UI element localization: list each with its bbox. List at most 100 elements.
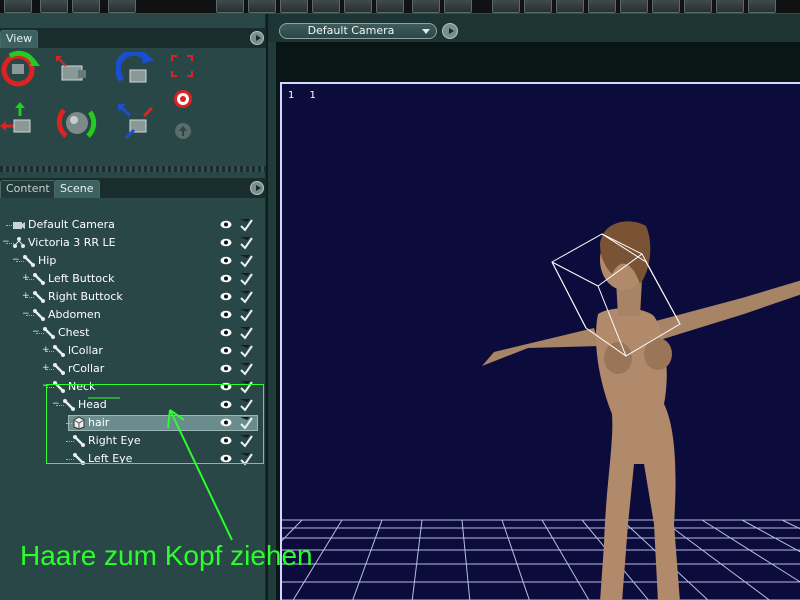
tree-expander[interactable]: − (2, 238, 10, 247)
tree-expander[interactable]: + (22, 292, 30, 301)
trackball-icon[interactable] (56, 102, 98, 144)
toolbar-grouping-button[interactable] (444, 0, 472, 13)
scene-tree-label: Victoria 3 RR LE (28, 236, 116, 249)
visibility-eye-icon[interactable] (220, 274, 232, 283)
scene-tree-label: Abdomen (48, 308, 101, 321)
figure-icon (13, 237, 25, 248)
frame-selection-icon[interactable] (170, 54, 194, 78)
toolbar-translate-button[interactable] (280, 0, 308, 13)
tab-scene[interactable]: Scene (54, 180, 100, 198)
tab-content[interactable]: Content (0, 180, 56, 198)
camera-info-icon[interactable] (174, 122, 192, 140)
scene-tree-row[interactable]: + Left Buttock (0, 270, 262, 288)
library-tabbar: Content Scene (0, 178, 266, 198)
scene-tree-row[interactable]: − Abdomen (0, 306, 262, 324)
target-icon[interactable] (172, 88, 194, 110)
visibility-eye-icon[interactable] (220, 292, 232, 301)
scene-tree-row[interactable]: + Right Buttock (0, 288, 262, 306)
selectable-check-icon[interactable] (238, 271, 254, 287)
tree-expander[interactable]: + (22, 274, 30, 283)
visibility-eye-icon[interactable] (220, 310, 232, 319)
viewport-panel: Default Camera 1 1 (268, 14, 800, 600)
selectable-check-icon[interactable] (238, 289, 254, 305)
toolbar-chain-button[interactable] (376, 0, 404, 13)
visibility-eye-icon[interactable] (220, 364, 232, 373)
toolbar-scale-button[interactable] (312, 0, 340, 13)
selectable-check-icon[interactable] (238, 343, 254, 359)
visibility-eye-icon[interactable] (220, 328, 232, 337)
figure-model (482, 221, 800, 600)
visibility-eye-icon[interactable] (220, 256, 232, 265)
toolbar-taper-button[interactable] (344, 0, 372, 13)
viewport-menu-button[interactable] (442, 23, 458, 39)
document-viewport[interactable]: 1 1 (280, 82, 800, 600)
selectable-check-icon[interactable] (238, 217, 254, 233)
scene-tree-row[interactable]: − Chest (0, 324, 262, 342)
toolbar-save-button[interactable] (72, 0, 100, 13)
camera-move-xy-icon[interactable] (52, 52, 94, 94)
camera-move-xz-icon[interactable] (0, 102, 42, 144)
tree-expander[interactable]: + (42, 346, 50, 355)
toolbar-tool-2-button[interactable] (684, 0, 712, 13)
visibility-eye-icon[interactable] (220, 220, 232, 229)
toolbar-open-button[interactable] (40, 0, 68, 13)
view-panel-menu-button[interactable] (250, 31, 264, 45)
toolbar-rotate-button[interactable] (216, 0, 244, 13)
scene-tree-row[interactable]: − Victoria 3 RR LE (0, 234, 262, 252)
selectable-check-icon[interactable] (238, 253, 254, 269)
toolbar-twist-button[interactable] (248, 0, 276, 13)
tree-expander[interactable]: − (22, 310, 30, 319)
scene-tree-row[interactable]: + rCollar (0, 360, 262, 378)
scene-tree-label: Left Buttock (48, 272, 115, 285)
scene-tree-row[interactable]: − Hip (0, 252, 262, 270)
scene-tree-label: Default Camera (28, 218, 115, 231)
tree-expander[interactable]: + (42, 364, 50, 373)
toolbar-color-button[interactable] (412, 0, 440, 13)
toolbar-tool-1-button[interactable] (652, 0, 680, 13)
toolbar-cloth-button[interactable] (620, 0, 648, 13)
toolbar-morph-button[interactable] (524, 0, 552, 13)
selectable-check-icon[interactable] (238, 307, 254, 323)
annotation-caption: Haare zum Kopf ziehen (20, 540, 313, 571)
camera-select[interactable]: Default Camera (279, 23, 437, 39)
camera-controls (0, 48, 266, 170)
main-toolbar (0, 0, 800, 154)
scene-panel-menu-button[interactable] (250, 181, 264, 195)
tree-expander[interactable]: − (32, 328, 40, 337)
tree-expander[interactable] (2, 221, 9, 228)
visibility-eye-icon[interactable] (220, 238, 232, 247)
ground-grid (282, 519, 800, 600)
selectable-check-icon[interactable] (238, 325, 254, 341)
camera-icon (13, 222, 25, 229)
scene-tree-row[interactable]: Default Camera (0, 216, 262, 234)
bone-icon (33, 291, 45, 303)
scene-tree-label: Hip (38, 254, 57, 267)
toolbar-direct-manipulation-button[interactable] (556, 0, 584, 13)
toolbar-hair-brush-button[interactable] (588, 0, 616, 13)
tab-view[interactable]: View (0, 30, 39, 48)
bone-icon (23, 255, 35, 267)
bone-icon (53, 345, 65, 357)
bone-icon (53, 363, 65, 375)
camera-move-yz-icon[interactable] (116, 102, 158, 144)
bone-icon (33, 273, 45, 285)
scene-tree-row[interactable]: + lCollar (0, 342, 262, 360)
toolbar-tool-4-button[interactable] (748, 0, 776, 13)
chevron-down-icon (422, 29, 430, 34)
trackball-rotate-icon[interactable] (0, 48, 42, 90)
scene-render (282, 221, 800, 600)
panel-splitter[interactable] (0, 166, 266, 172)
camera-bar: Default Camera (268, 14, 800, 42)
app-window: View Content Scene Default Camera − Vict… (0, 0, 800, 600)
selectable-check-icon[interactable] (238, 361, 254, 377)
camera-rotate-icon[interactable] (116, 52, 158, 94)
toolbar-new-button[interactable] (4, 0, 32, 13)
viewport-frame: 1 1 (276, 42, 800, 600)
selectable-check-icon[interactable] (238, 235, 254, 251)
visibility-eye-icon[interactable] (220, 346, 232, 355)
toolbar-tool-3-button[interactable] (716, 0, 744, 13)
toolbar-view-magnifier-button[interactable] (492, 0, 520, 13)
scene-tree-label: Chest (58, 326, 90, 339)
toolbar-render-button[interactable] (108, 0, 136, 13)
tree-expander[interactable]: − (12, 256, 20, 265)
